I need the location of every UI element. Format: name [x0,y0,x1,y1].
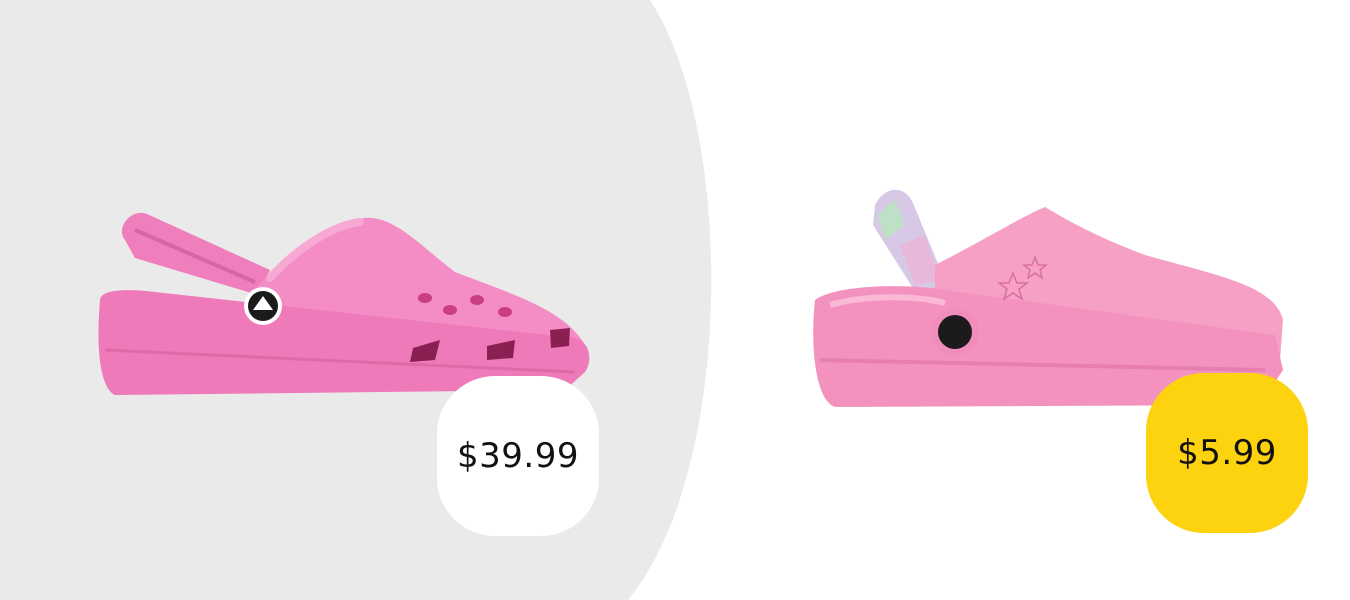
price-badge-lookalike: $5.99 [1146,373,1308,533]
price-original: $39.99 [457,436,579,476]
price-lookalike: $5.99 [1177,433,1277,473]
comparison-stage: $39.99 $5.99 [0,0,1350,600]
price-badge-original: $39.99 [437,376,599,536]
